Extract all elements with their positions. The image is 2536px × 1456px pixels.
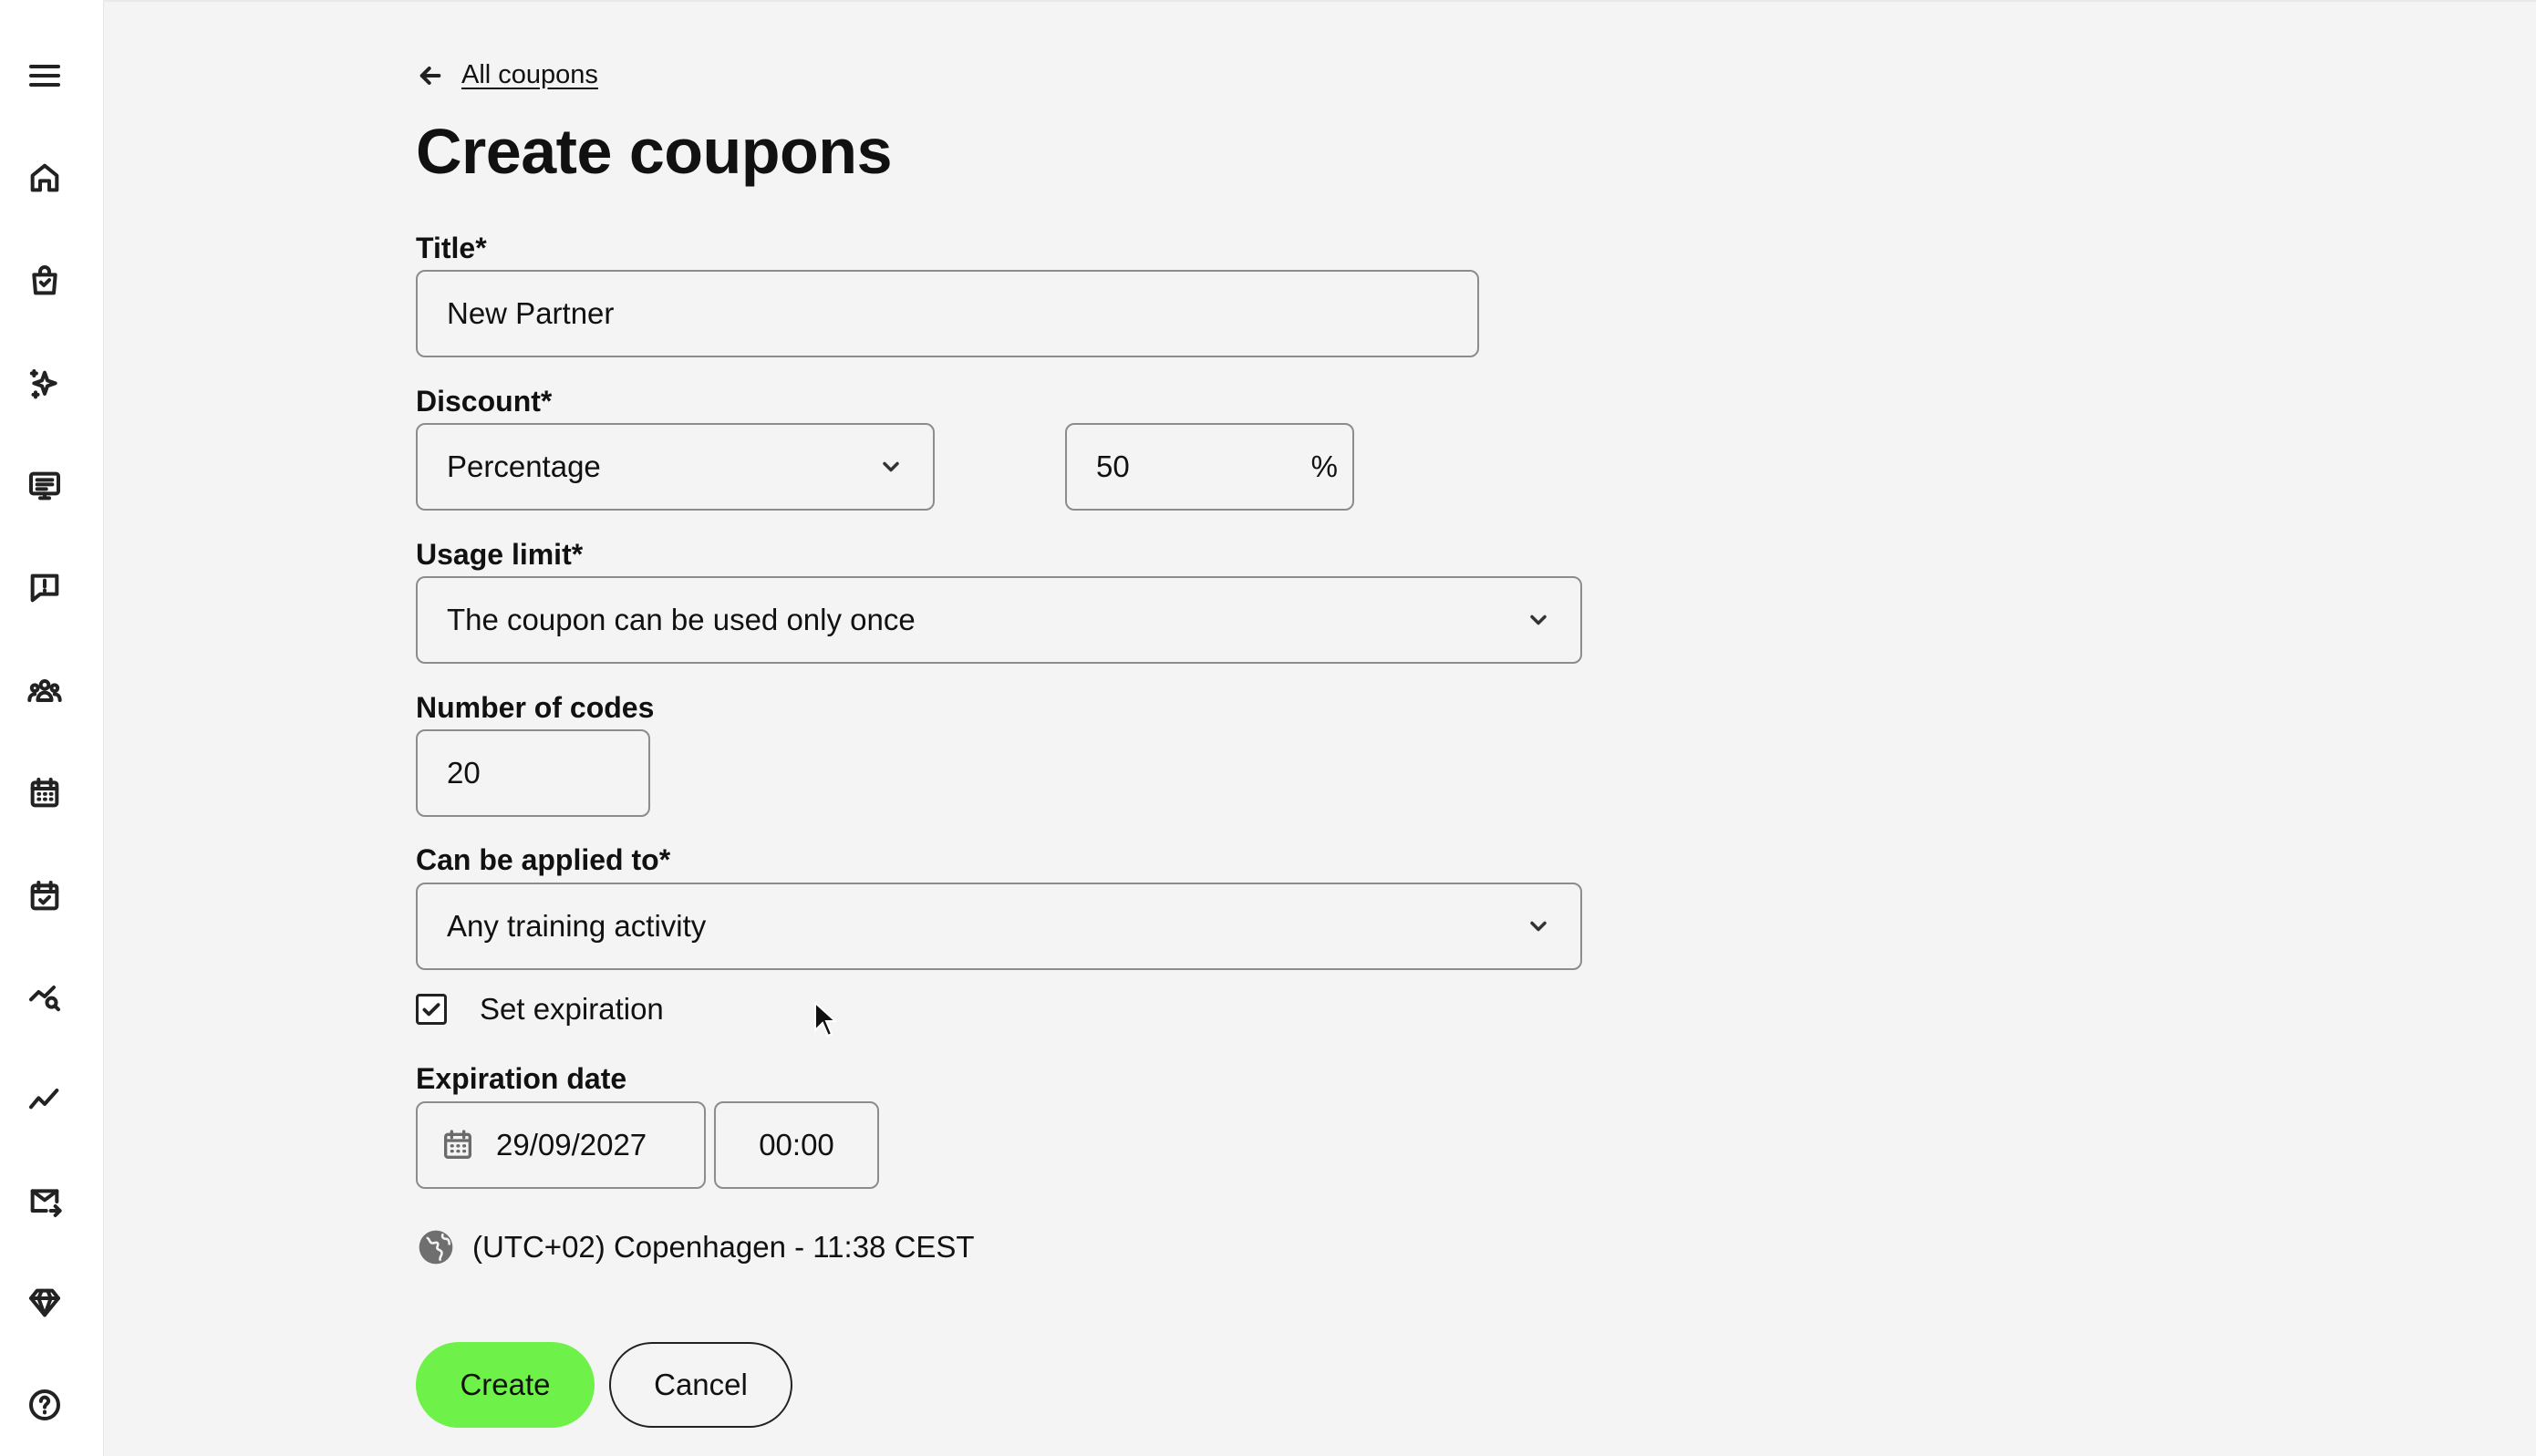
- calendar-icon[interactable]: [20, 769, 69, 818]
- title-label: Title*: [416, 232, 487, 264]
- sidebar: [0, 0, 104, 1456]
- mail-forward-icon[interactable]: [20, 1177, 69, 1226]
- set-expiration-checkbox[interactable]: [416, 994, 447, 1025]
- chevron-down-icon: [883, 461, 899, 472]
- menu-icon[interactable]: [20, 51, 69, 100]
- discount-type-select[interactable]: Percentage: [416, 423, 935, 511]
- expiration-time-value: 00:00: [759, 1128, 834, 1162]
- chevron-down-icon: [1530, 921, 1547, 932]
- page-title: Create coupons: [416, 116, 893, 187]
- percent-unit: %: [1310, 449, 1338, 483]
- timezone-label: (UTC+02) Copenhagen - 11:38 CEST: [472, 1230, 975, 1264]
- discount-type-value: Percentage: [447, 449, 601, 483]
- create-button[interactable]: Create: [416, 1342, 595, 1428]
- expiration-date-input[interactable]: 29/09/2027: [416, 1101, 706, 1189]
- discount-amount-input[interactable]: 50 %: [1065, 423, 1354, 511]
- shopping-bag-icon[interactable]: [20, 256, 69, 305]
- chevron-down-icon: [1530, 614, 1547, 625]
- display-list-icon[interactable]: [20, 461, 69, 511]
- discount-amount-value: 50: [1096, 449, 1130, 483]
- sparkles-icon[interactable]: [20, 360, 69, 409]
- set-expiration-label: Set expiration: [480, 992, 664, 1026]
- help-icon[interactable]: [20, 1380, 69, 1430]
- chart-search-icon[interactable]: [20, 972, 69, 1021]
- number-of-codes-input[interactable]: 20: [416, 729, 650, 817]
- applied-to-select[interactable]: Any training activity: [416, 883, 1582, 970]
- chat-alert-icon[interactable]: [20, 563, 69, 613]
- mouse-pointer-icon: [814, 1001, 837, 1038]
- usage-limit-label: Usage limit*: [416, 538, 584, 571]
- top-divider: [103, 0, 2536, 2]
- expiration-date-label: Expiration date: [416, 1062, 627, 1095]
- home-icon[interactable]: [20, 153, 69, 202]
- applied-to-value: Any training activity: [447, 909, 707, 943]
- title-input-value: New Partner: [447, 296, 615, 330]
- globe-icon: [419, 1230, 453, 1265]
- number-of-codes-label: Number of codes: [416, 691, 655, 724]
- title-input[interactable]: New Partner: [416, 270, 1479, 357]
- number-of-codes-value: 20: [447, 756, 481, 790]
- trend-line-icon[interactable]: [20, 1075, 69, 1124]
- expiration-date-value: 29/09/2027: [496, 1128, 647, 1162]
- set-expiration-row[interactable]: Set expiration: [416, 992, 664, 1027]
- calendar-check-icon[interactable]: [20, 872, 69, 921]
- back-link-label[interactable]: All coupons: [461, 60, 598, 90]
- cancel-button[interactable]: Cancel: [609, 1342, 792, 1428]
- arrow-left-icon: [419, 66, 441, 85]
- timezone-info: (UTC+02) Copenhagen - 11:38 CEST: [416, 1227, 975, 1267]
- users-group-icon[interactable]: [20, 666, 69, 716]
- back-link[interactable]: All coupons: [416, 60, 598, 90]
- check-icon: [422, 1003, 440, 1017]
- discount-label: Discount*: [416, 385, 553, 418]
- usage-limit-value: The coupon can be used only once: [447, 603, 916, 636]
- applied-to-label: Can be applied to*: [416, 843, 671, 876]
- expiration-time-input[interactable]: 00:00: [714, 1101, 879, 1189]
- diamond-icon[interactable]: [20, 1278, 69, 1327]
- usage-limit-select[interactable]: The coupon can be used only once: [416, 576, 1582, 664]
- calendar-icon: [444, 1130, 471, 1159]
